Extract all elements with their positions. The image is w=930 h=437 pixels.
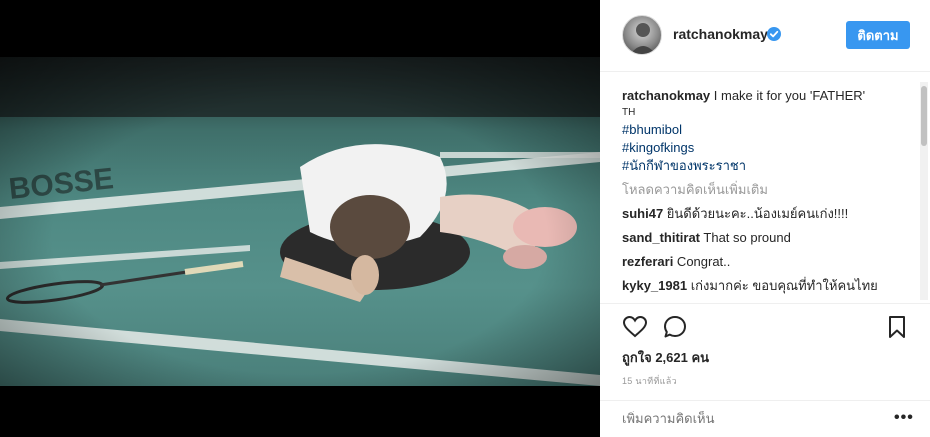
heart-icon[interactable] bbox=[622, 314, 648, 340]
comment-item: kyky_1981 เก่งมากค่ะ ขอบคุณที่ทำให้คนไทย bbox=[622, 277, 904, 295]
caption-text: I make it for you 'FATHER' bbox=[710, 88, 866, 103]
comment-text: That so pround bbox=[700, 230, 791, 245]
bookmark-icon[interactable] bbox=[884, 314, 910, 340]
comment-text: เก่งมากค่ะ ขอบคุณที่ทำให้คนไทย bbox=[687, 278, 878, 293]
badminton-player-photo: BOSSE bbox=[0, 57, 600, 386]
caption-line-2: TH bbox=[622, 107, 636, 118]
comment-text: ยินดีด้วยนะคะ..น้องเมย์คนเก่ง!!!! bbox=[663, 206, 849, 221]
hashtag-link[interactable]: #kingofkings bbox=[622, 139, 904, 157]
post-photo[interactable]: BOSSE bbox=[0, 57, 600, 386]
comment-username[interactable]: suhi47 bbox=[622, 206, 663, 221]
post-header: ratchanokmay ติดตาม bbox=[600, 0, 930, 72]
verified-badge-icon bbox=[767, 27, 781, 41]
more-options-button[interactable]: ••• bbox=[894, 409, 914, 427]
load-more-comments-button[interactable]: โหลดความคิดเห็นเพิ่มเติม bbox=[622, 181, 904, 199]
post-timestamp[interactable]: 15 นาทีที่แล้ว bbox=[622, 374, 677, 388]
post-actions: ถูกใจ 2,621 คน 15 นาทีที่แล้ว ••• bbox=[600, 303, 930, 437]
comment-text: Congrat.. bbox=[673, 254, 731, 269]
comment-item: suhi47 ยินดีด้วยนะคะ..น้องเมย์คนเก่ง!!!! bbox=[622, 205, 904, 223]
avatar[interactable] bbox=[622, 15, 662, 55]
avatar-image bbox=[630, 23, 656, 54]
comment-bubble-icon[interactable] bbox=[662, 314, 688, 340]
post-media-panel: BOSSE bbox=[0, 0, 600, 437]
hashtag-link[interactable]: #นักกีฬาของพระราชา bbox=[622, 157, 904, 175]
follow-button[interactable]: ติดตาม bbox=[846, 21, 910, 49]
add-comment-bar: ••• bbox=[600, 400, 930, 437]
caption: ratchanokmay I make it for you 'FATHER' … bbox=[622, 87, 904, 175]
comment-item: sand_thitirat That so pround bbox=[622, 229, 904, 247]
caption-username[interactable]: ratchanokmay bbox=[622, 88, 710, 103]
scrollbar-thumb[interactable] bbox=[921, 86, 927, 146]
comment-username[interactable]: sand_thitirat bbox=[622, 230, 700, 245]
comment-item: rezferari Congrat.. bbox=[622, 253, 904, 271]
username[interactable]: ratchanokmay bbox=[673, 26, 768, 42]
comments-list: ratchanokmay I make it for you 'FATHER' … bbox=[622, 87, 904, 299]
post-side-panel: ratchanokmay ติดตาม ratchanokmay I make … bbox=[600, 0, 930, 437]
comment-username[interactable]: rezferari bbox=[622, 254, 673, 269]
likes-count[interactable]: ถูกใจ 2,621 คน bbox=[622, 347, 709, 368]
comment-username[interactable]: kyky_1981 bbox=[622, 278, 687, 293]
comments-scrollbar[interactable] bbox=[920, 82, 928, 300]
hashtag-link[interactable]: #bhumibol bbox=[622, 121, 904, 139]
add-comment-input[interactable] bbox=[622, 411, 872, 426]
